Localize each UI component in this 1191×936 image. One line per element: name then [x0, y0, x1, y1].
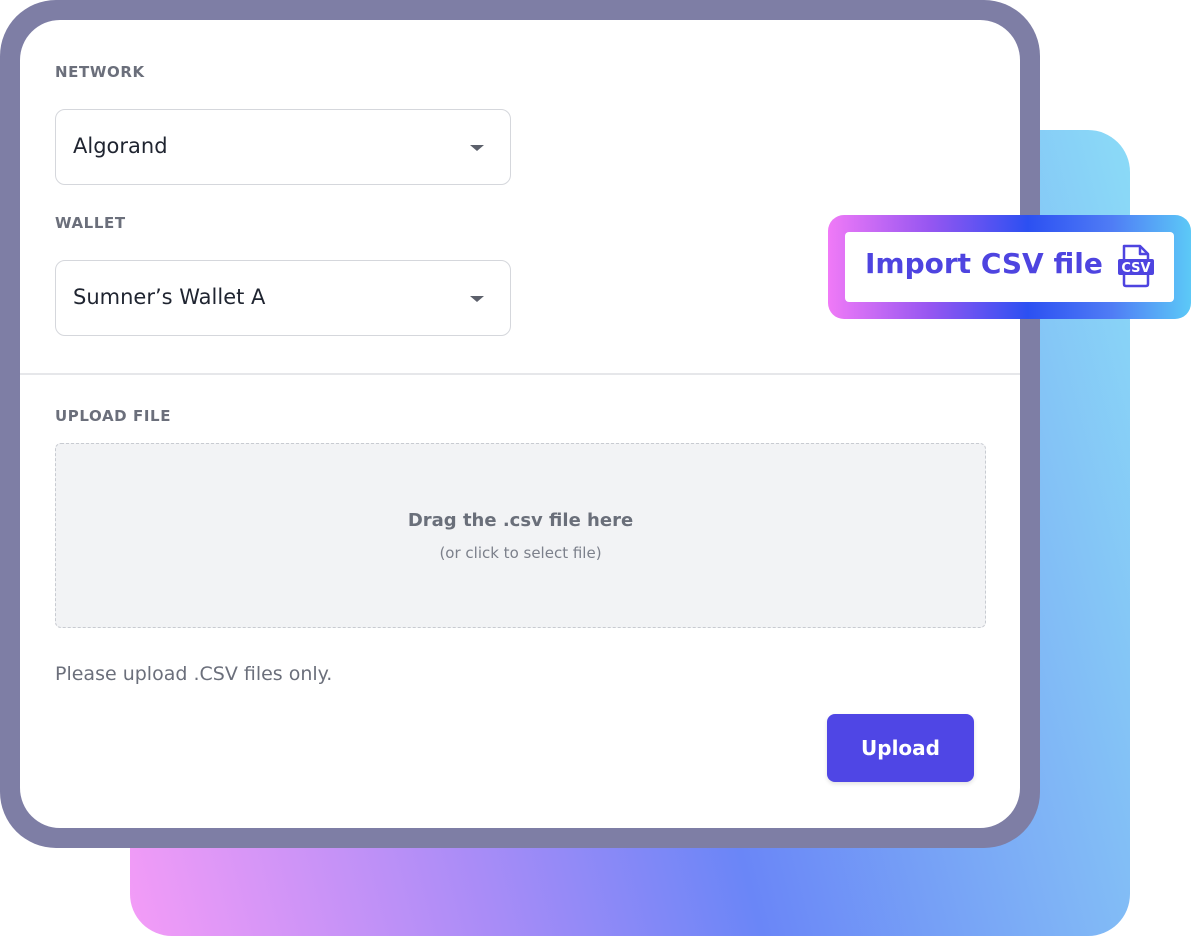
import-form-card: NETWORK Algorand WALLET Sumner’s Wallet …	[20, 20, 1020, 828]
network-selected-value: Algorand	[73, 134, 168, 158]
dropzone-title: Drag the .csv file here	[407, 510, 634, 531]
import-csv-badge-inner: Import CSV file CSV	[845, 232, 1174, 302]
network-select[interactable]: Algorand	[55, 109, 511, 185]
csv-file-icon: CSV	[1118, 244, 1154, 288]
wallet-select[interactable]: Sumner’s Wallet A	[55, 260, 511, 336]
device-frame: NETWORK Algorand WALLET Sumner’s Wallet …	[0, 0, 1040, 848]
chevron-down-icon	[470, 296, 484, 302]
wallet-label: WALLET	[55, 214, 126, 232]
import-csv-badge: Import CSV file CSV	[828, 215, 1191, 319]
csv-icon-text: CSV	[1121, 261, 1150, 276]
file-type-hint: Please upload .CSV files only.	[55, 663, 333, 685]
wallet-selected-value: Sumner’s Wallet A	[73, 285, 266, 309]
network-label: NETWORK	[55, 63, 145, 81]
section-divider	[20, 373, 1020, 375]
upload-button[interactable]: Upload	[827, 714, 974, 782]
file-dropzone[interactable]: Drag the .csv file here (or click to sel…	[55, 443, 986, 628]
upload-file-label: UPLOAD FILE	[55, 407, 172, 425]
dropzone-subtitle: (or click to select file)	[439, 544, 602, 562]
chevron-down-icon	[470, 145, 484, 151]
import-csv-label: Import CSV file	[865, 247, 1103, 280]
